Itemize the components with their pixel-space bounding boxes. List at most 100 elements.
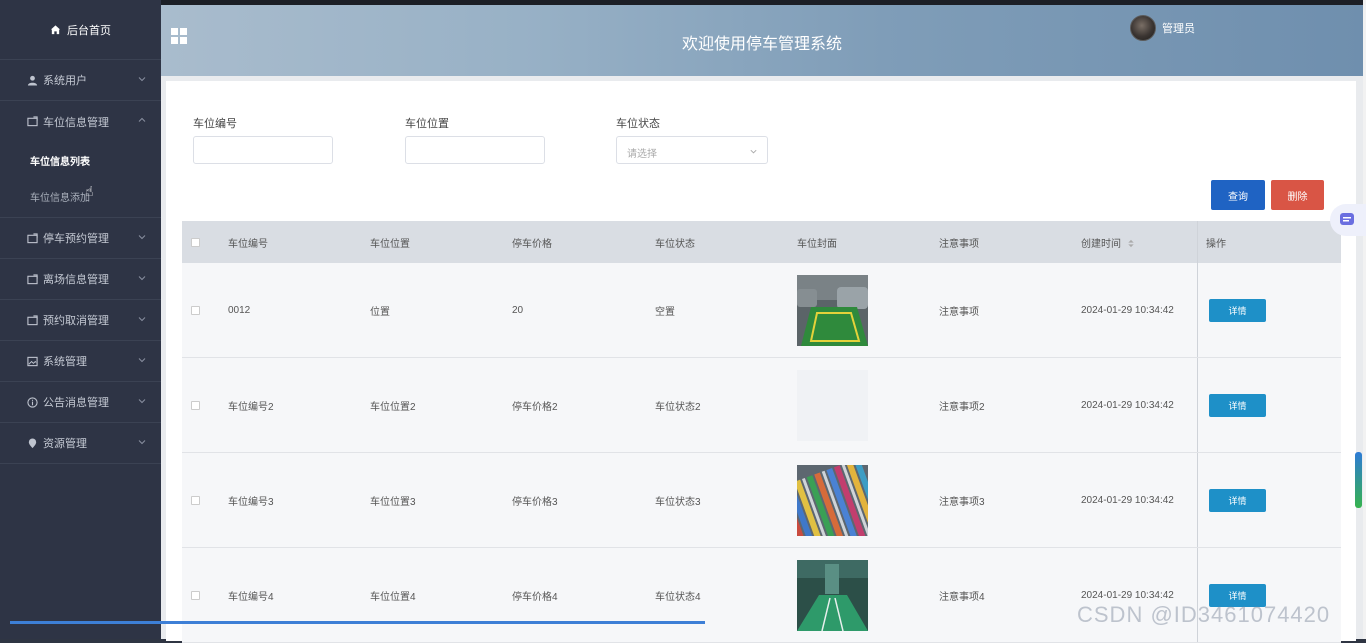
chat-icon — [1340, 213, 1354, 225]
cell-price: 停车价格4 — [512, 591, 558, 603]
col-space-no: 车位编号 — [228, 238, 268, 250]
folder-icon — [26, 116, 38, 128]
chevron-up-icon — [138, 117, 146, 122]
sidebar-item-system-users[interactable]: 系统用户 — [0, 60, 161, 101]
row-checkbox[interactable] — [191, 400, 200, 410]
cell-space-no: 车位编号2 — [228, 401, 274, 413]
sidebar-item-cancel[interactable]: 预约取消管理 — [0, 300, 161, 341]
sidebar-item-label: 预约取消管理 — [43, 315, 109, 327]
location-pin-icon — [26, 437, 38, 449]
row-checkbox[interactable] — [191, 590, 200, 600]
chevron-down-icon — [138, 276, 146, 281]
sort-icon[interactable] — [1127, 239, 1135, 248]
delete-button[interactable]: 删除 — [1271, 180, 1324, 210]
location-label: 车位位置 — [405, 118, 449, 130]
space-no-label: 车位编号 — [193, 118, 237, 130]
col-actions: 操作 — [1206, 238, 1226, 250]
select-all-checkbox[interactable] — [191, 237, 200, 247]
row-checkbox[interactable] — [191, 495, 200, 505]
cell-space-no: 0012 — [228, 304, 251, 316]
sidebar-item-label: 停车预约管理 — [43, 233, 109, 245]
cell-status: 空置 — [655, 306, 675, 318]
sidebar-subitem-space-add[interactable]: 车位信息添加 — [0, 178, 161, 214]
row-checkbox[interactable] — [191, 305, 200, 315]
status-select[interactable]: 请选择 — [616, 136, 768, 164]
cell-price: 停车价格3 — [512, 496, 558, 508]
sidebar-item-label: 车位信息管理 — [43, 116, 109, 129]
folder-icon — [26, 232, 38, 244]
scrollbar-thumb[interactable] — [1355, 452, 1362, 508]
hand-cursor-icon: ☝ — [85, 183, 94, 199]
col-created[interactable]: 创建时间 — [1081, 235, 1135, 250]
status-label: 车位状态 — [616, 118, 660, 130]
cell-status: 车位状态2 — [655, 401, 701, 413]
sidebar-home-label: 后台首页 — [67, 24, 111, 37]
sidebar-item-space-info[interactable]: 车位信息管理 — [0, 101, 161, 142]
sidebar-item-system[interactable]: 系统管理 — [0, 341, 161, 382]
data-table: 车位编号 车位位置 停车价格 车位状态 车位封面 注意事项 创建时间 操作 00… — [182, 221, 1341, 643]
column-divider — [1197, 453, 1198, 547]
sidebar-subitem-space-list[interactable]: 车位信息列表 — [0, 142, 161, 178]
detail-button[interactable]: 详情 — [1209, 298, 1266, 322]
location-input[interactable] — [405, 136, 545, 164]
table-row: 车位编号3 车位位置3 停车价格3 车位状态3 注意事项3 2024-01-29… — [182, 453, 1341, 548]
space-no-input[interactable] — [193, 136, 333, 164]
column-divider — [1197, 358, 1198, 452]
info-icon — [26, 396, 38, 408]
table-row: 0012 位置 20 空置 注意事项 2024-01-29 10:34:42 详… — [182, 263, 1341, 358]
sidebar-item-label: 资源管理 — [43, 438, 87, 450]
folder-icon — [26, 273, 38, 285]
sidebar-item-label: 系统管理 — [43, 356, 87, 368]
table-row: 车位编号2 车位位置2 停车价格2 车位状态2 注意事项2 2024-01-29… — [182, 358, 1341, 453]
sidebar-item-label: 离场信息管理 — [43, 274, 109, 286]
cell-location: 车位位置4 — [370, 591, 416, 603]
user-menu[interactable]: 管理员 — [1130, 15, 1195, 41]
sidebar-submenu: 车位信息列表 车位信息添加 — [0, 142, 161, 218]
cell-location: 位置 — [370, 306, 390, 318]
table-header: 车位编号 车位位置 停车价格 车位状态 车位封面 注意事项 创建时间 操作 — [182, 221, 1341, 263]
cell-price: 20 — [512, 304, 524, 316]
loading-progress-bar — [10, 621, 705, 624]
watermark: CSDN @ID3461074420 — [1077, 602, 1331, 627]
sidebar-item-label: 公告消息管理 — [43, 397, 109, 409]
user-icon — [26, 74, 38, 86]
cover-image — [797, 369, 868, 441]
cover-image — [797, 464, 868, 536]
cell-status: 车位状态3 — [655, 496, 701, 508]
sidebar-item-resources[interactable]: 资源管理 — [0, 423, 161, 464]
cover-image — [797, 274, 868, 346]
floating-chat-button[interactable] — [1330, 204, 1366, 236]
sidebar-item-announcements[interactable]: 公告消息管理 — [0, 382, 161, 423]
user-name: 管理员 — [1162, 23, 1195, 35]
avatar — [1130, 15, 1156, 41]
cell-created: 2024-01-29 10:34:42 — [1081, 399, 1174, 411]
main-content: 车位编号 车位位置 车位状态 请选择 查询 删除 车位编号 车位位置 停车价格 … — [161, 76, 1363, 643]
image-icon — [26, 355, 38, 367]
detail-button[interactable]: 详情 — [1209, 393, 1266, 417]
cell-price: 停车价格2 — [512, 401, 558, 413]
col-created-label: 创建时间 — [1081, 238, 1121, 250]
column-divider — [1197, 221, 1198, 263]
status-placeholder: 请选择 — [627, 149, 657, 160]
cell-space-no: 车位编号3 — [228, 496, 274, 508]
chevron-down-icon — [138, 235, 146, 240]
chevron-down-icon — [138, 77, 146, 82]
sidebar-item-reservation[interactable]: 停车预约管理 — [0, 218, 161, 259]
sidebar-item-departure[interactable]: 离场信息管理 — [0, 259, 161, 300]
cell-notes: 注意事项3 — [939, 496, 985, 508]
query-button[interactable]: 查询 — [1211, 180, 1265, 210]
sidebar-home[interactable]: 后台首页 — [0, 0, 161, 60]
folder-icon — [26, 314, 38, 326]
col-notes: 注意事项 — [939, 238, 979, 250]
chevron-down-icon — [138, 317, 146, 322]
detail-button[interactable]: 详情 — [1209, 488, 1266, 512]
cell-location: 车位位置2 — [370, 401, 416, 413]
cell-created: 2024-01-29 10:34:42 — [1081, 304, 1174, 316]
col-status: 车位状态 — [655, 238, 695, 250]
cell-status: 车位状态4 — [655, 591, 701, 603]
content-panel: 车位编号 车位位置 车位状态 请选择 查询 删除 车位编号 车位位置 停车价格 … — [166, 81, 1356, 643]
chevron-down-icon — [138, 399, 146, 404]
cell-notes: 注意事项4 — [939, 591, 985, 603]
cell-space-no: 车位编号4 — [228, 591, 274, 603]
header: 欢迎使用停车管理系统 管理员 — [161, 5, 1363, 76]
